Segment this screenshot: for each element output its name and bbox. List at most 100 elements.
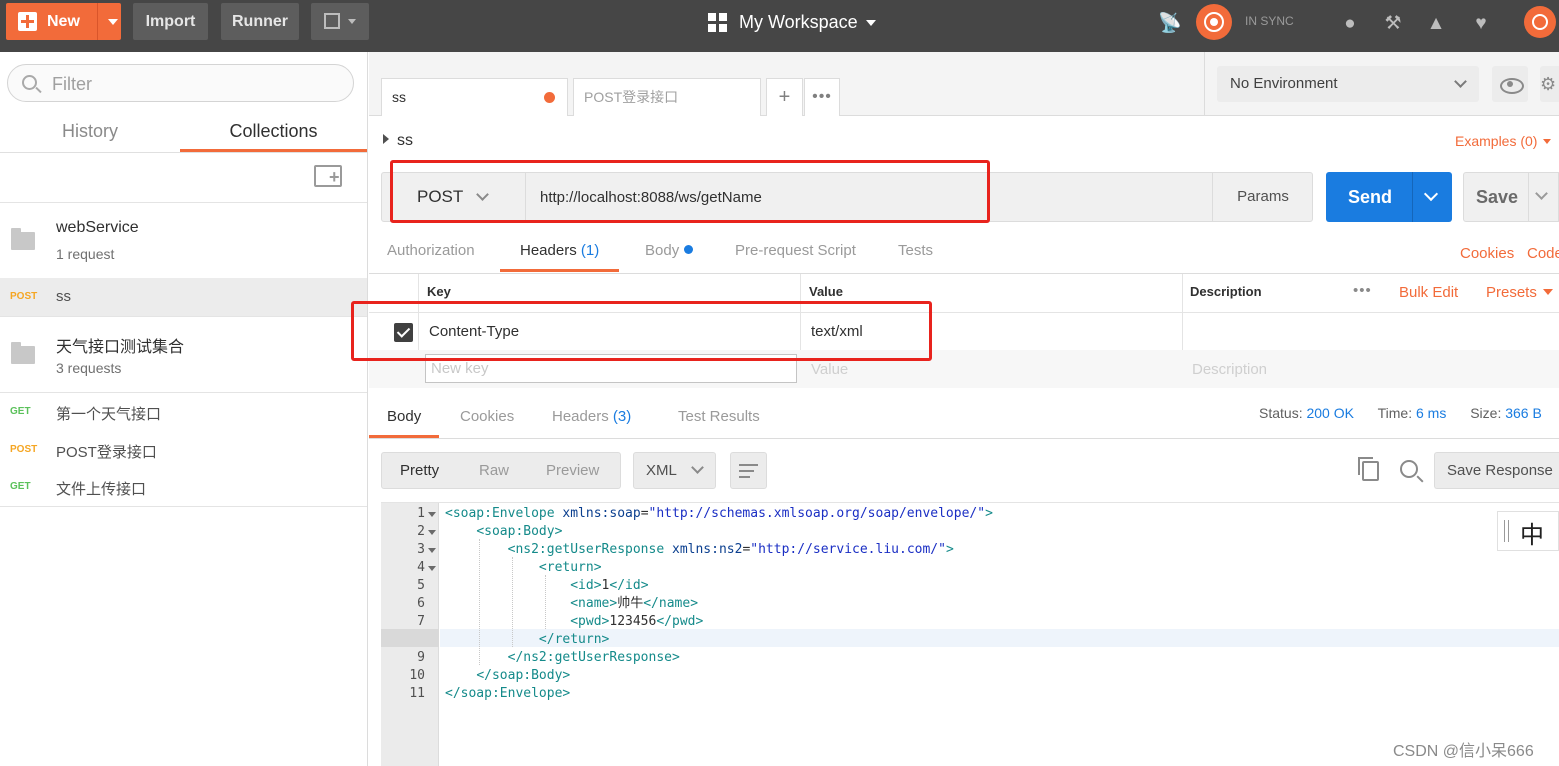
annotation-box-url: [390, 160, 990, 223]
fold-arrow-icon[interactable]: [428, 548, 436, 553]
code-line: <pwd>123456</pwd>: [570, 614, 704, 629]
caret-down-icon: [348, 19, 356, 24]
wrap-lines-icon[interactable]: [730, 452, 767, 489]
request-tab-ss[interactable]: ss: [381, 78, 568, 116]
request-name: 第一个天气接口: [56, 406, 162, 423]
heart-icon[interactable]: ♥: [1470, 13, 1492, 35]
sync-status: IN SYNC: [1245, 14, 1294, 28]
globe-icon[interactable]: ●: [1339, 13, 1361, 35]
column-value: Value: [809, 284, 843, 299]
filter-input[interactable]: [52, 73, 342, 95]
environment-bar: No Environment ⚙: [1204, 52, 1559, 116]
tab-body[interactable]: Body: [645, 242, 694, 274]
tab-history[interactable]: History: [0, 112, 180, 152]
code-link[interactable]: Code: [1527, 245, 1559, 262]
response-body-editor[interactable]: 1234567891011 <soap:Envelope xmlns:soap=…: [381, 502, 1559, 766]
copy-icon[interactable]: [1358, 457, 1379, 481]
format-pretty[interactable]: Pretty: [400, 453, 439, 488]
send-button[interactable]: Send: [1326, 172, 1452, 222]
examples-link[interactable]: Examples (0): [1455, 133, 1552, 149]
collection-name: webService: [56, 219, 139, 236]
search-icon[interactable]: [1400, 460, 1418, 478]
collection-count: 1 request: [56, 246, 115, 262]
code-line: </ns2:getUserResponse>: [507, 650, 680, 665]
caret-down-icon: [1542, 289, 1553, 295]
tab-headers[interactable]: Headers (1): [500, 242, 620, 272]
format-preview[interactable]: Preview: [546, 453, 599, 488]
collection-webservice[interactable]: webService 1 request: [0, 203, 367, 278]
sync-icon[interactable]: [1196, 4, 1232, 40]
line-number: 4: [417, 560, 425, 575]
fold-arrow-icon[interactable]: [428, 512, 436, 517]
presets-dropdown[interactable]: Presets: [1486, 284, 1553, 301]
new-description-input[interactable]: Description: [1192, 361, 1267, 378]
environment-value: No Environment: [1230, 75, 1338, 92]
avatar[interactable]: [1524, 6, 1556, 38]
expand-triangle-icon: [383, 134, 389, 144]
sidebar-request-ss[interactable]: POST ss: [0, 278, 367, 316]
code-line: <name>帅牛</name>: [570, 596, 699, 611]
response-tab-body[interactable]: Body: [369, 408, 440, 438]
runner-button[interactable]: Runner: [221, 3, 299, 40]
bell-icon[interactable]: ▲: [1425, 13, 1447, 35]
request-name: ss: [56, 288, 71, 305]
new-dropdown-caret-icon[interactable]: [108, 19, 118, 25]
cookies-link[interactable]: Cookies: [1460, 245, 1514, 262]
language-select[interactable]: XML: [633, 452, 716, 489]
add-tab-button[interactable]: +: [766, 78, 803, 116]
request-name-header[interactable]: ss: [383, 132, 413, 150]
fold-arrow-icon[interactable]: [428, 530, 436, 535]
code-line: <soap:Envelope xmlns:soap="http://schema…: [445, 506, 993, 521]
grid-icon: [708, 13, 727, 32]
tab-pre-request-script[interactable]: Pre-request Script: [735, 242, 856, 274]
fold-arrow-icon[interactable]: [428, 566, 436, 571]
chevron-down-icon[interactable]: [1423, 186, 1439, 202]
tab-authorization[interactable]: Authorization: [387, 242, 475, 274]
tab-tests[interactable]: Tests: [898, 242, 933, 274]
import-button[interactable]: Import: [133, 3, 208, 40]
save-button[interactable]: Save: [1463, 172, 1559, 222]
code-line: </return>: [538, 632, 610, 647]
response-tab-test-results[interactable]: Test Results: [678, 408, 760, 440]
new-button[interactable]: New: [6, 3, 121, 40]
line-number: 3: [417, 542, 425, 557]
column-key: Key: [427, 284, 451, 299]
gear-icon[interactable]: ⚙: [1540, 66, 1559, 102]
new-value-input[interactable]: Value: [811, 361, 848, 378]
eye-icon[interactable]: [1492, 66, 1528, 102]
collection-count: 3 requests: [56, 360, 122, 376]
format-raw[interactable]: Raw: [479, 453, 509, 488]
more-options-button[interactable]: •••: [1353, 282, 1372, 299]
sidebar-request-weather-1[interactable]: GET 第一个天气接口: [0, 393, 367, 430]
watermark: CSDN @信小呆666: [1393, 743, 1534, 760]
request-tab-post-login[interactable]: POST登录接口: [573, 78, 761, 116]
modified-dot-icon: [684, 245, 694, 254]
more-tabs-button[interactable]: •••: [804, 78, 840, 116]
tab-collections[interactable]: Collections: [180, 112, 367, 152]
params-button[interactable]: Params: [1212, 173, 1313, 221]
collection-weather[interactable]: 天气接口测试集合 3 requests: [0, 317, 367, 392]
code-line: <soap:Body>: [476, 524, 563, 539]
save-response-button[interactable]: Save Response: [1434, 452, 1559, 489]
chevron-down-icon[interactable]: [1535, 187, 1548, 200]
new-window-button[interactable]: [311, 3, 369, 40]
plus-icon: [18, 12, 37, 31]
satellite-icon[interactable]: 📡: [1158, 13, 1182, 35]
request-area: ss POST登录接口 + ••• No Environment ⚙ ss Ex…: [351, 52, 1559, 766]
new-button-label: New: [47, 13, 80, 30]
top-bar: New Import Runner My Workspace 📡 IN SYNC…: [0, 0, 1559, 52]
response-tab-headers[interactable]: Headers (3): [552, 408, 631, 440]
sidebar-request-file-upload[interactable]: GET 文件上传接口: [0, 468, 367, 505]
caret-down-icon: [1543, 139, 1552, 144]
new-collection-icon[interactable]: [314, 165, 342, 187]
method-badge: POST: [10, 444, 38, 455]
line-number: 2: [417, 524, 425, 539]
sidebar-request-post-login[interactable]: POST POST登录接口: [0, 431, 367, 468]
ime-char: 中: [1520, 521, 1544, 549]
wrench-icon[interactable]: ⚒: [1382, 13, 1404, 35]
environment-select[interactable]: No Environment: [1217, 66, 1479, 102]
response-tab-cookies[interactable]: Cookies: [460, 408, 514, 440]
bulk-edit-link[interactable]: Bulk Edit: [1399, 284, 1458, 301]
code-line: </soap:Body>: [476, 668, 571, 683]
workspace-title: My Workspace: [739, 12, 858, 32]
